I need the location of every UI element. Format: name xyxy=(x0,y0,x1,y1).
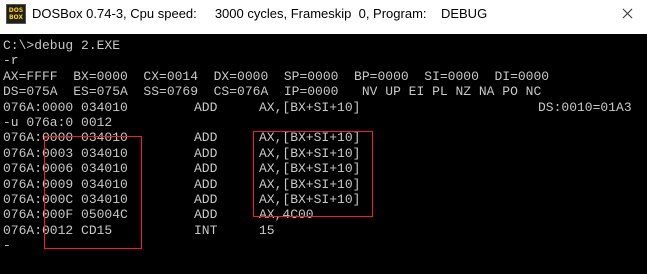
address-code: 076A:0000 034010 xyxy=(3,99,128,115)
register-text: DS=075A ES=075A SS=0769 CS=076A IP=0000 … xyxy=(3,84,542,100)
icon-text-top: DOS xyxy=(8,7,24,14)
dosbox-icon: DOS BOX xyxy=(6,4,26,24)
address-code: 076A:000F 05004C xyxy=(3,207,128,223)
operand: AX,[BX+SI+10] xyxy=(259,145,361,161)
terminal-line: AX=FFFF BX=0000 CX=0014 DX=0000 SP=0000 … xyxy=(3,69,643,84)
operand: 15 xyxy=(259,222,275,238)
address-code: 076A:0006 034010 xyxy=(3,161,128,177)
operand: AX,4C00 xyxy=(259,207,314,223)
terminal-line: 076A:0000 034010 ADD AX,[BX+SI+10] xyxy=(3,130,643,145)
operand: AX,[BX+SI+10] xyxy=(259,130,361,146)
terminal-screen[interactable]: C:\>debug 2.EXE -r AX=FFFF BX=0000 CX=00… xyxy=(0,34,647,274)
terminal-line: 076A:0003 034010 ADD AX,[BX+SI+10] xyxy=(3,146,643,161)
prompt-cursor: - xyxy=(3,238,11,254)
operand: AX,[BX+SI+10] xyxy=(259,99,361,115)
address-code: 076A:0000 034010 xyxy=(3,130,128,146)
command-text: -u 076a:0 0012 xyxy=(3,114,113,130)
terminal-line: DS=075A ES=075A SS=0769 CS=076A IP=0000 … xyxy=(3,84,643,99)
address-code: 076A:0009 034010 xyxy=(3,176,128,192)
address-code: 076A:0003 034010 xyxy=(3,145,128,161)
terminal-lines: C:\>debug 2.EXE -r AX=FFFF BX=0000 CX=00… xyxy=(3,38,643,253)
operand: AX,[BX+SI+10] xyxy=(259,191,361,207)
mnemonic: ADD xyxy=(194,176,218,192)
memory-readout: DS:0010=01A3 xyxy=(538,99,632,115)
mnemonic: ADD xyxy=(194,161,218,177)
close-icon[interactable] xyxy=(607,0,647,28)
terminal-line: - xyxy=(3,238,643,253)
mnemonic: ADD xyxy=(194,130,218,146)
operand: AX,[BX+SI+10] xyxy=(259,161,361,177)
terminal-line: C:\>debug 2.EXE xyxy=(3,38,643,53)
terminal-line: 076A:0006 034010 ADD AX,[BX+SI+10] xyxy=(3,161,643,176)
window-title: DOSBox 0.74-3, Cpu speed: 3000 cycles, F… xyxy=(32,6,488,21)
address-code: 076A:0012 CD15 xyxy=(3,222,113,238)
operand: AX,[BX+SI+10] xyxy=(259,176,361,192)
terminal-line: 076A:0000 034010 ADD AX,[BX+SI+10] DS:00… xyxy=(3,100,643,115)
terminal-line: 076A:0012 CD15 INT 15 xyxy=(3,223,643,238)
icon-text-bottom: BOX xyxy=(8,14,24,21)
command-text: C:\>debug 2.EXE xyxy=(3,38,121,53)
dosbox-window: DOS BOX DOSBox 0.74-3, Cpu speed: 3000 c… xyxy=(0,0,647,274)
mnemonic: ADD xyxy=(194,145,218,161)
command-text: -r xyxy=(3,53,19,69)
title-bar[interactable]: DOS BOX DOSBox 0.74-3, Cpu speed: 3000 c… xyxy=(0,0,647,28)
terminal-line: 076A:000C 034010 ADD AX,[BX+SI+10] xyxy=(3,192,643,207)
terminal-line: -r xyxy=(3,53,643,68)
terminal-line: 076A:000F 05004C ADD AX,4C00 xyxy=(3,207,643,222)
register-text: AX=FFFF BX=0000 CX=0014 DX=0000 SP=0000 … xyxy=(3,68,550,84)
mnemonic: INT xyxy=(194,222,218,238)
terminal-line: -u 076a:0 0012 xyxy=(3,115,643,130)
mnemonic: ADD xyxy=(194,207,218,223)
mnemonic: ADD xyxy=(194,99,218,115)
address-code: 076A:000C 034010 xyxy=(3,191,128,207)
mnemonic: ADD xyxy=(194,191,218,207)
terminal-line: 076A:0009 034010 ADD AX,[BX+SI+10] xyxy=(3,177,643,192)
